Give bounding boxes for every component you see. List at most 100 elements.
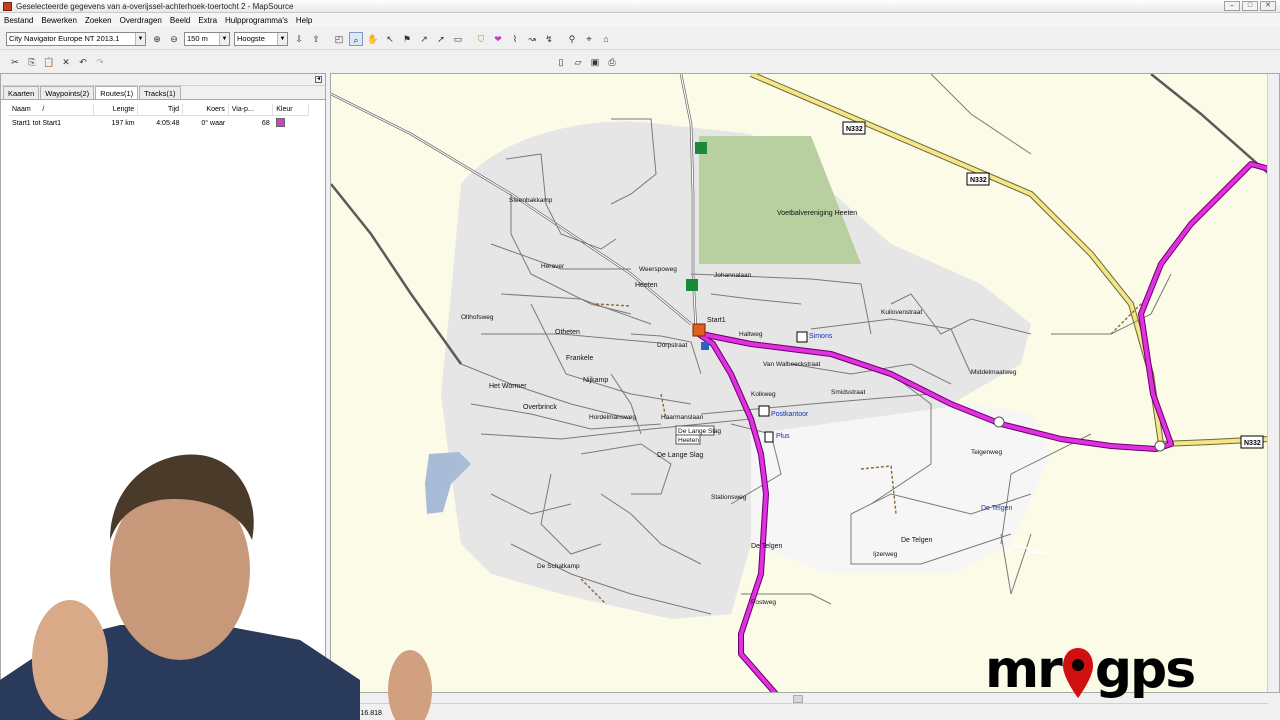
scrollbar-thumb[interactable]: [793, 695, 803, 703]
undo-icon[interactable]: ↶: [76, 55, 90, 69]
waypoint-tool-icon[interactable]: ⚑: [400, 32, 414, 46]
copy-icon[interactable]: ⎘: [25, 55, 39, 69]
filter-icon[interactable]: ⛉: [474, 32, 488, 46]
label-heeten: Heeten: [635, 282, 658, 289]
label-plus: Plus: [776, 433, 790, 440]
zoom-tool-icon[interactable]: ⌕: [349, 31, 363, 46]
send-to-device-icon[interactable]: ⇧: [309, 32, 323, 46]
menu-hulpprogrammas[interactable]: Hulpprogramma's: [225, 16, 288, 25]
label-postkantoor: Postkantoor: [771, 411, 809, 418]
pin-panel-icon[interactable]: ◂: [315, 76, 322, 83]
route-course: 0° waar: [201, 120, 226, 127]
map-product-select[interactable]: City Navigator Europe NT 2013.1 ▼: [6, 31, 146, 46]
chevron-down-icon: ▼: [135, 32, 145, 45]
selection-tool-icon[interactable]: ↖: [383, 32, 397, 46]
label-het-wormer: Het Wormer: [489, 383, 527, 390]
paste-icon[interactable]: 📋: [42, 55, 56, 69]
route-filter-icon[interactable]: ↝: [525, 32, 539, 46]
menu-extra[interactable]: Extra: [198, 16, 217, 25]
measure-tool-icon[interactable]: ▭: [451, 32, 465, 46]
roundabout-marker: [993, 416, 1005, 428]
save-file-icon[interactable]: ▣: [588, 55, 602, 69]
open-file-icon[interactable]: ▱: [571, 55, 585, 69]
svg-text:Heeten: Heeten: [678, 437, 699, 444]
parking-poi-icon: [695, 142, 707, 154]
label-de-telgen-blue: De Telgen: [981, 505, 1013, 512]
redo-icon[interactable]: ↷: [93, 55, 107, 69]
chevron-down-icon: ▼: [277, 32, 287, 45]
road-stationsweg: Stationsweg: [711, 494, 747, 501]
column-naam[interactable]: Naam /: [9, 104, 94, 116]
column-kleur[interactable]: Kleur: [272, 104, 309, 116]
column-lengte[interactable]: Lengte: [93, 104, 139, 116]
route-name: Start1 tot Start1: [12, 120, 62, 127]
column-via-punten[interactable]: Via-p...: [228, 104, 274, 116]
menu-overdragen[interactable]: Overdragen: [120, 16, 162, 25]
close-button[interactable]: ✕: [1260, 1, 1276, 11]
clear-filter-icon[interactable]: ↯: [542, 32, 556, 46]
zoom-scale-select[interactable]: 150 m ▼: [184, 31, 230, 46]
routes-table: Naam / Lengte Tijd Koers Via-p... Kleur …: [9, 104, 309, 131]
map-pin-icon: [1061, 646, 1095, 698]
menu-bestand[interactable]: Bestand: [4, 16, 33, 25]
track-filter-icon[interactable]: ⌇: [508, 32, 522, 46]
tab-kaarten[interactable]: Kaarten: [3, 86, 40, 99]
menu-beeld[interactable]: Beeld: [170, 16, 190, 25]
shop-poi-icon: [764, 431, 774, 443]
color-swatch: [275, 118, 285, 127]
map-view[interactable]: N332 N332 N332 De Lange Slag Heeten Voet…: [330, 73, 1280, 693]
map-canvas[interactable]: N332 N332 N332 De Lange Slag Heeten Voet…: [331, 74, 1269, 693]
tab-tracks[interactable]: Tracks(1): [139, 86, 181, 99]
road-dorpstraat: Dorpstraat: [657, 342, 688, 349]
road-shield-n332: N332: [966, 172, 990, 186]
road-olthofsweg: Olthofsweg: [461, 314, 494, 321]
road-haarmanslaan: Haarmanslaan: [661, 414, 704, 421]
logo-text-left: mr: [985, 640, 1063, 700]
road-kuilovenstraat: Kuilovenstraat: [881, 309, 922, 316]
receive-from-device-icon[interactable]: ⇩: [292, 32, 306, 46]
column-koers[interactable]: Koers: [182, 104, 229, 116]
svg-text:N332: N332: [970, 177, 987, 184]
data-tabs: Kaarten Waypoints(2) Routes(1) Tracks(1): [1, 86, 325, 100]
label-frankele: Frankele: [566, 355, 593, 362]
tab-routes[interactable]: Routes(1): [95, 86, 139, 99]
elevation-select[interactable]: Hoogste ▼: [234, 31, 288, 46]
map-product-value: City Navigator Europe NT 2013.1: [9, 33, 120, 43]
minimize-button[interactable]: –: [1224, 1, 1240, 11]
map-vertical-scrollbar[interactable]: [1267, 74, 1279, 692]
heart-filter-icon[interactable]: ❤: [491, 32, 505, 46]
logo-text-right: gps: [1094, 640, 1196, 700]
delete-icon[interactable]: ✕: [59, 55, 73, 69]
print-icon[interactable]: ⎙: [605, 55, 619, 69]
label-start1: Start1: [707, 317, 726, 324]
find-icon[interactable]: ⚲: [565, 32, 579, 46]
road-middelmaatweg: Middelmaatweg: [971, 369, 1017, 376]
menu-zoeken[interactable]: Zoeken: [85, 16, 112, 25]
mapsource-app-icon: [3, 1, 12, 11]
label-de-telgen-2: De Telgen: [901, 537, 933, 544]
menu-bar: Bestand Bewerken Zoeken Overdragen Beeld…: [0, 13, 1280, 27]
road-weerspoweg: Weerspoweg: [639, 266, 677, 273]
label-nijkamp: Nijkamp: [583, 377, 608, 384]
table-row[interactable]: Start1 tot Start1 197 km 4:05:48 0° waar…: [9, 116, 309, 132]
new-file-icon[interactable]: ▯: [554, 55, 568, 69]
menu-bewerken[interactable]: Bewerken: [41, 16, 77, 25]
pointer-icon[interactable]: ➚: [434, 32, 448, 46]
column-tijd[interactable]: Tijd: [137, 104, 184, 116]
zoom-out-icon[interactable]: ⊖: [167, 32, 181, 46]
zoom-in-icon[interactable]: ⊕: [150, 32, 164, 46]
road-van-walbeeckstraat: Van Walbeeckstraat: [763, 361, 821, 368]
post-office-poi-icon: [758, 405, 770, 417]
find-address-icon[interactable]: ⌂: [599, 32, 613, 46]
tab-waypoints[interactable]: Waypoints(2): [40, 86, 95, 99]
cut-icon[interactable]: ✂: [8, 55, 22, 69]
maximize-button[interactable]: □: [1242, 1, 1258, 11]
pan-tool-icon[interactable]: ✋: [366, 32, 380, 46]
menu-help[interactable]: Help: [296, 16, 312, 25]
route-tool-icon[interactable]: ↗: [417, 32, 431, 46]
find-places-icon[interactable]: ⌖: [582, 32, 596, 46]
road-haltweg: Haltweg: [739, 331, 763, 338]
label-de-lange-slag: De Lange Slag: [657, 452, 703, 459]
label-de-telgen: De Telgen: [751, 543, 783, 550]
map-select-icon[interactable]: ◰: [332, 32, 346, 46]
